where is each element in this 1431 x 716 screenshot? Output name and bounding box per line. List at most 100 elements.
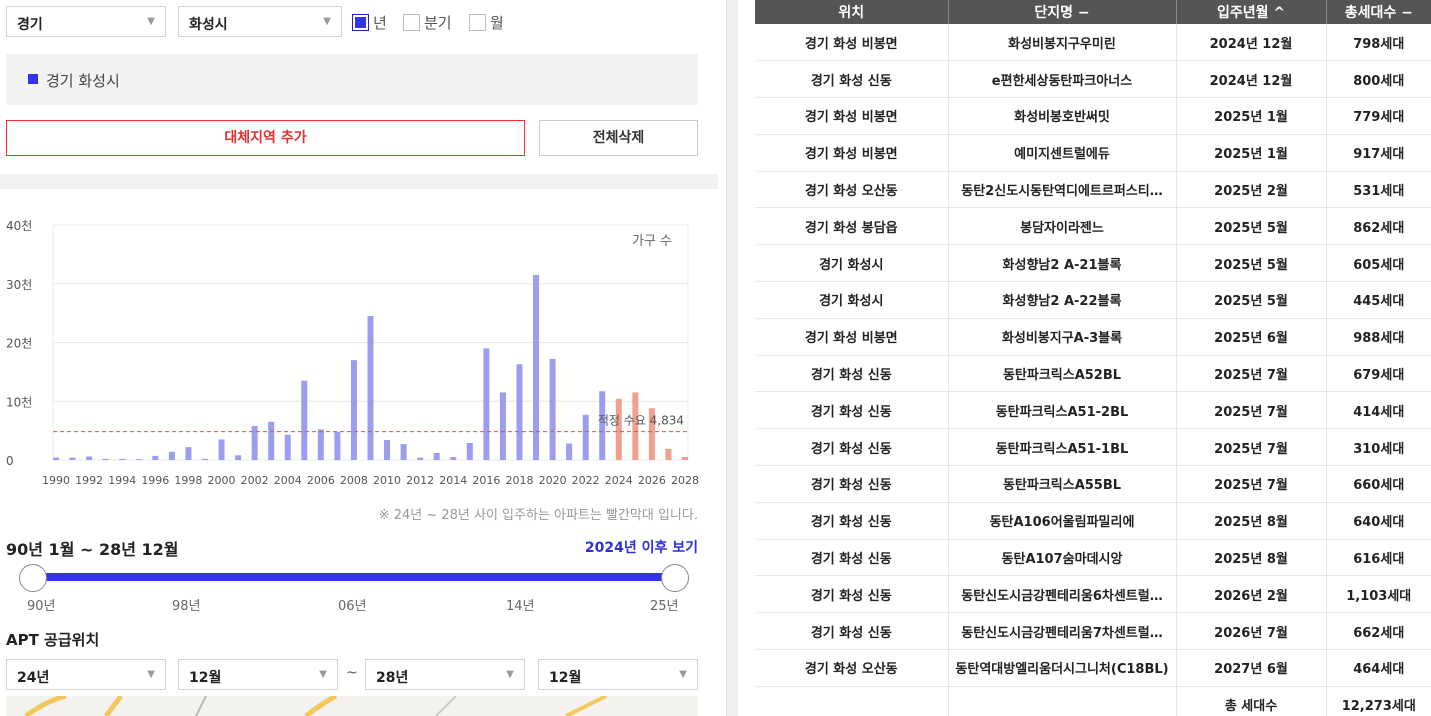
cell-location: 경기 화성 봉담읍 (755, 207, 949, 246)
to-month-select[interactable]: 12월 ▼ (538, 659, 698, 690)
range-slider-track[interactable] (33, 573, 675, 581)
bar (566, 443, 573, 460)
x-tick-label: 1992 (75, 474, 103, 487)
table-row[interactable]: 경기 화성 신동 동탄A106어울림파밀리에 2025년 8월 640세대 (755, 502, 1431, 540)
table-row[interactable]: 경기 화성 신동 동탄신도시금강펜테리움7차센트럴… 2026년 7월 662세대 (755, 612, 1431, 651)
table-row[interactable]: 경기 화성 신동 동탄파크릭스A52BL 2025년 7월 679세대 (755, 355, 1431, 393)
bar (615, 398, 622, 460)
cell-location: 경기 화성 비봉면 (755, 318, 949, 356)
city-select[interactable]: 화성시 ▼ (178, 6, 342, 37)
bar (466, 442, 473, 460)
table-row[interactable]: 경기 화성 신동 동탄신도시금강펜테리움6차센트럴… 2026년 2월 1,103세대 (755, 575, 1431, 614)
section-divider (0, 174, 718, 189)
y-tick-label: 40천 (6, 218, 32, 233)
from-year-select[interactable]: 24년 ▼ (6, 659, 166, 690)
cell-complex-name: e편한세상동탄파크아너스 (948, 60, 1177, 99)
table-row[interactable]: 경기 화성 신동 동탄A107숨마데시앙 2025년 8월 616세대 (755, 539, 1431, 577)
cell-total-households: 862세대 (1326, 207, 1431, 246)
table-row[interactable]: 경기 화성 비봉면 화성비봉지구우미린 2024년 12월 798세대 (755, 24, 1431, 62)
header-move-in-date[interactable]: 입주년월 ^ (1176, 0, 1327, 24)
y-tick-label: 30천 (6, 277, 32, 292)
checkbox-icon (403, 14, 420, 31)
x-tick-label: 2024 (605, 474, 633, 487)
view-after-2024-link[interactable]: 2024년 이후 보기 (585, 537, 698, 557)
bar (185, 447, 192, 460)
cell-move-in-date: 2026년 7월 (1176, 612, 1327, 651)
to-year-select[interactable]: 28년 ▼ (365, 659, 525, 690)
apt-supply-table: 위치 단지명 − 입주년월 ^ 총세대수 − 경기 화성 비봉면 화성비봉지구우미… (755, 0, 1431, 716)
region-item-label[interactable]: 경기 화성시 (46, 70, 120, 91)
cell-move-in-date: 2025년 1월 (1176, 134, 1327, 172)
cell-empty (948, 686, 1177, 716)
table-row[interactable]: 경기 화성 비봉면 예미지센트럴에듀 2025년 1월 917세대 (755, 134, 1431, 172)
period-month-checkbox[interactable]: 월 (469, 12, 504, 33)
range-slider-start-handle[interactable] (19, 564, 47, 592)
chevron-down-icon: ▼ (147, 669, 155, 680)
range-slider-end-handle[interactable] (661, 564, 689, 592)
add-region-button[interactable]: 대체지역 추가 (6, 120, 525, 156)
table-row[interactable]: 경기 화성 비봉면 화성비봉지구A-3블록 2025년 6월 988세대 (755, 318, 1431, 356)
cell-total-households: 414세대 (1326, 391, 1431, 430)
chart-note: ※ 24년 ~ 28년 사이 입주하는 아파트는 빨간막대 입니다. (378, 508, 698, 523)
header-location[interactable]: 위치 (755, 0, 949, 24)
x-tick-label: 2012 (406, 474, 434, 487)
cell-location: 경기 화성 신동 (755, 539, 949, 577)
period-quarter-checkbox[interactable]: 분기 (403, 12, 452, 33)
cell-move-in-date: 2025년 2월 (1176, 171, 1327, 209)
x-tick-label: 2026 (638, 474, 666, 487)
table-row[interactable]: 경기 화성시 화성향남2 A-21블록 2025년 5월 605세대 (755, 244, 1431, 283)
period-month-label: 월 (490, 14, 504, 32)
bar (201, 458, 208, 460)
supply-map[interactable] (6, 696, 698, 716)
bar (516, 364, 523, 460)
table-header-row: 위치 단지명 − 입주년월 ^ 총세대수 − (755, 0, 1431, 24)
cell-total-households: 662세대 (1326, 612, 1431, 651)
table-row[interactable]: 경기 화성 신동 동탄파크릭스A51-1BL 2025년 7월 310세대 (755, 428, 1431, 467)
apt-supply-title: APT 공급위치 (6, 631, 100, 649)
header-complex-name[interactable]: 단지명 − (948, 0, 1177, 24)
x-tick-label: 2000 (208, 474, 236, 487)
supply-bar-chart: 0 10천 20천 30천 40천적정 수요 4,834 가구 수 1990 1992 1994… (6, 218, 699, 487)
cell-location: 경기 화성 신동 (755, 355, 949, 393)
bar (69, 457, 76, 460)
bar (533, 274, 540, 460)
bar (135, 459, 142, 460)
panel-scrollbar[interactable] (726, 0, 738, 716)
table-row[interactable]: 경기 화성 비봉면 화성비봉호반써밋 2025년 1월 779세대 (755, 97, 1431, 135)
from-month-select[interactable]: 12월 ▼ (178, 659, 338, 690)
table-row[interactable]: 경기 화성 신동 동탄파크릭스A51-2BL 2025년 7월 414세대 (755, 391, 1431, 430)
province-select[interactable]: 경기 ▼ (6, 6, 166, 37)
x-tick-label: 1998 (174, 474, 202, 487)
header-total-households[interactable]: 총세대수 − (1326, 0, 1431, 24)
cell-total-households: 798세대 (1326, 24, 1431, 62)
cell-total-households: 800세대 (1326, 60, 1431, 99)
cell-total-households: 660세대 (1326, 465, 1431, 503)
table-row[interactable]: 경기 화성시 화성향남2 A-22블록 2025년 5월 445세대 (755, 281, 1431, 319)
total-label: 총 세대수 (1176, 686, 1327, 716)
bar (218, 439, 225, 460)
cell-complex-name: 동탄파크릭스A51-1BL (948, 428, 1177, 467)
table-row[interactable]: 경기 화성 오산동 동탄2신도시동탄역디에트르퍼스티… 2025년 2월 531세대 (755, 171, 1431, 209)
cell-total-households: 605세대 (1326, 244, 1431, 283)
cell-complex-name: 동탄파크릭스A55BL (948, 465, 1177, 503)
x-tick-label: 2022 (572, 474, 600, 487)
bar (301, 380, 308, 460)
bar (119, 458, 126, 460)
bar (284, 434, 291, 460)
to-month-value: 12월 (549, 670, 582, 686)
cell-total-households: 779세대 (1326, 97, 1431, 135)
delete-all-button[interactable]: 전체삭제 (539, 120, 698, 156)
cell-complex-name: 예미지센트럴에듀 (948, 134, 1177, 172)
cell-location: 경기 화성 비봉면 (755, 97, 949, 135)
region-color-swatch (28, 74, 38, 84)
table-row[interactable]: 경기 화성 신동 e편한세상동탄파크아너스 2024년 12월 800세대 (755, 60, 1431, 99)
cell-move-in-date: 2025년 7월 (1176, 355, 1327, 393)
period-year-checkbox[interactable]: 년 (352, 12, 387, 33)
table-row[interactable]: 경기 화성 신동 동탄파크릭스A55BL 2025년 7월 660세대 (755, 465, 1431, 503)
cell-complex-name: 봉담자이라젠느 (948, 207, 1177, 246)
cell-total-households: 640세대 (1326, 502, 1431, 540)
period-quarter-label: 분기 (424, 14, 452, 32)
table-row[interactable]: 경기 화성 오산동 동탄역대방엘리움더시그니처(C18BL) 2027년 6월 464… (755, 649, 1431, 687)
cell-location: 경기 화성 비봉면 (755, 134, 949, 172)
table-row[interactable]: 경기 화성 봉담읍 봉담자이라젠느 2025년 5월 862세대 (755, 207, 1431, 246)
